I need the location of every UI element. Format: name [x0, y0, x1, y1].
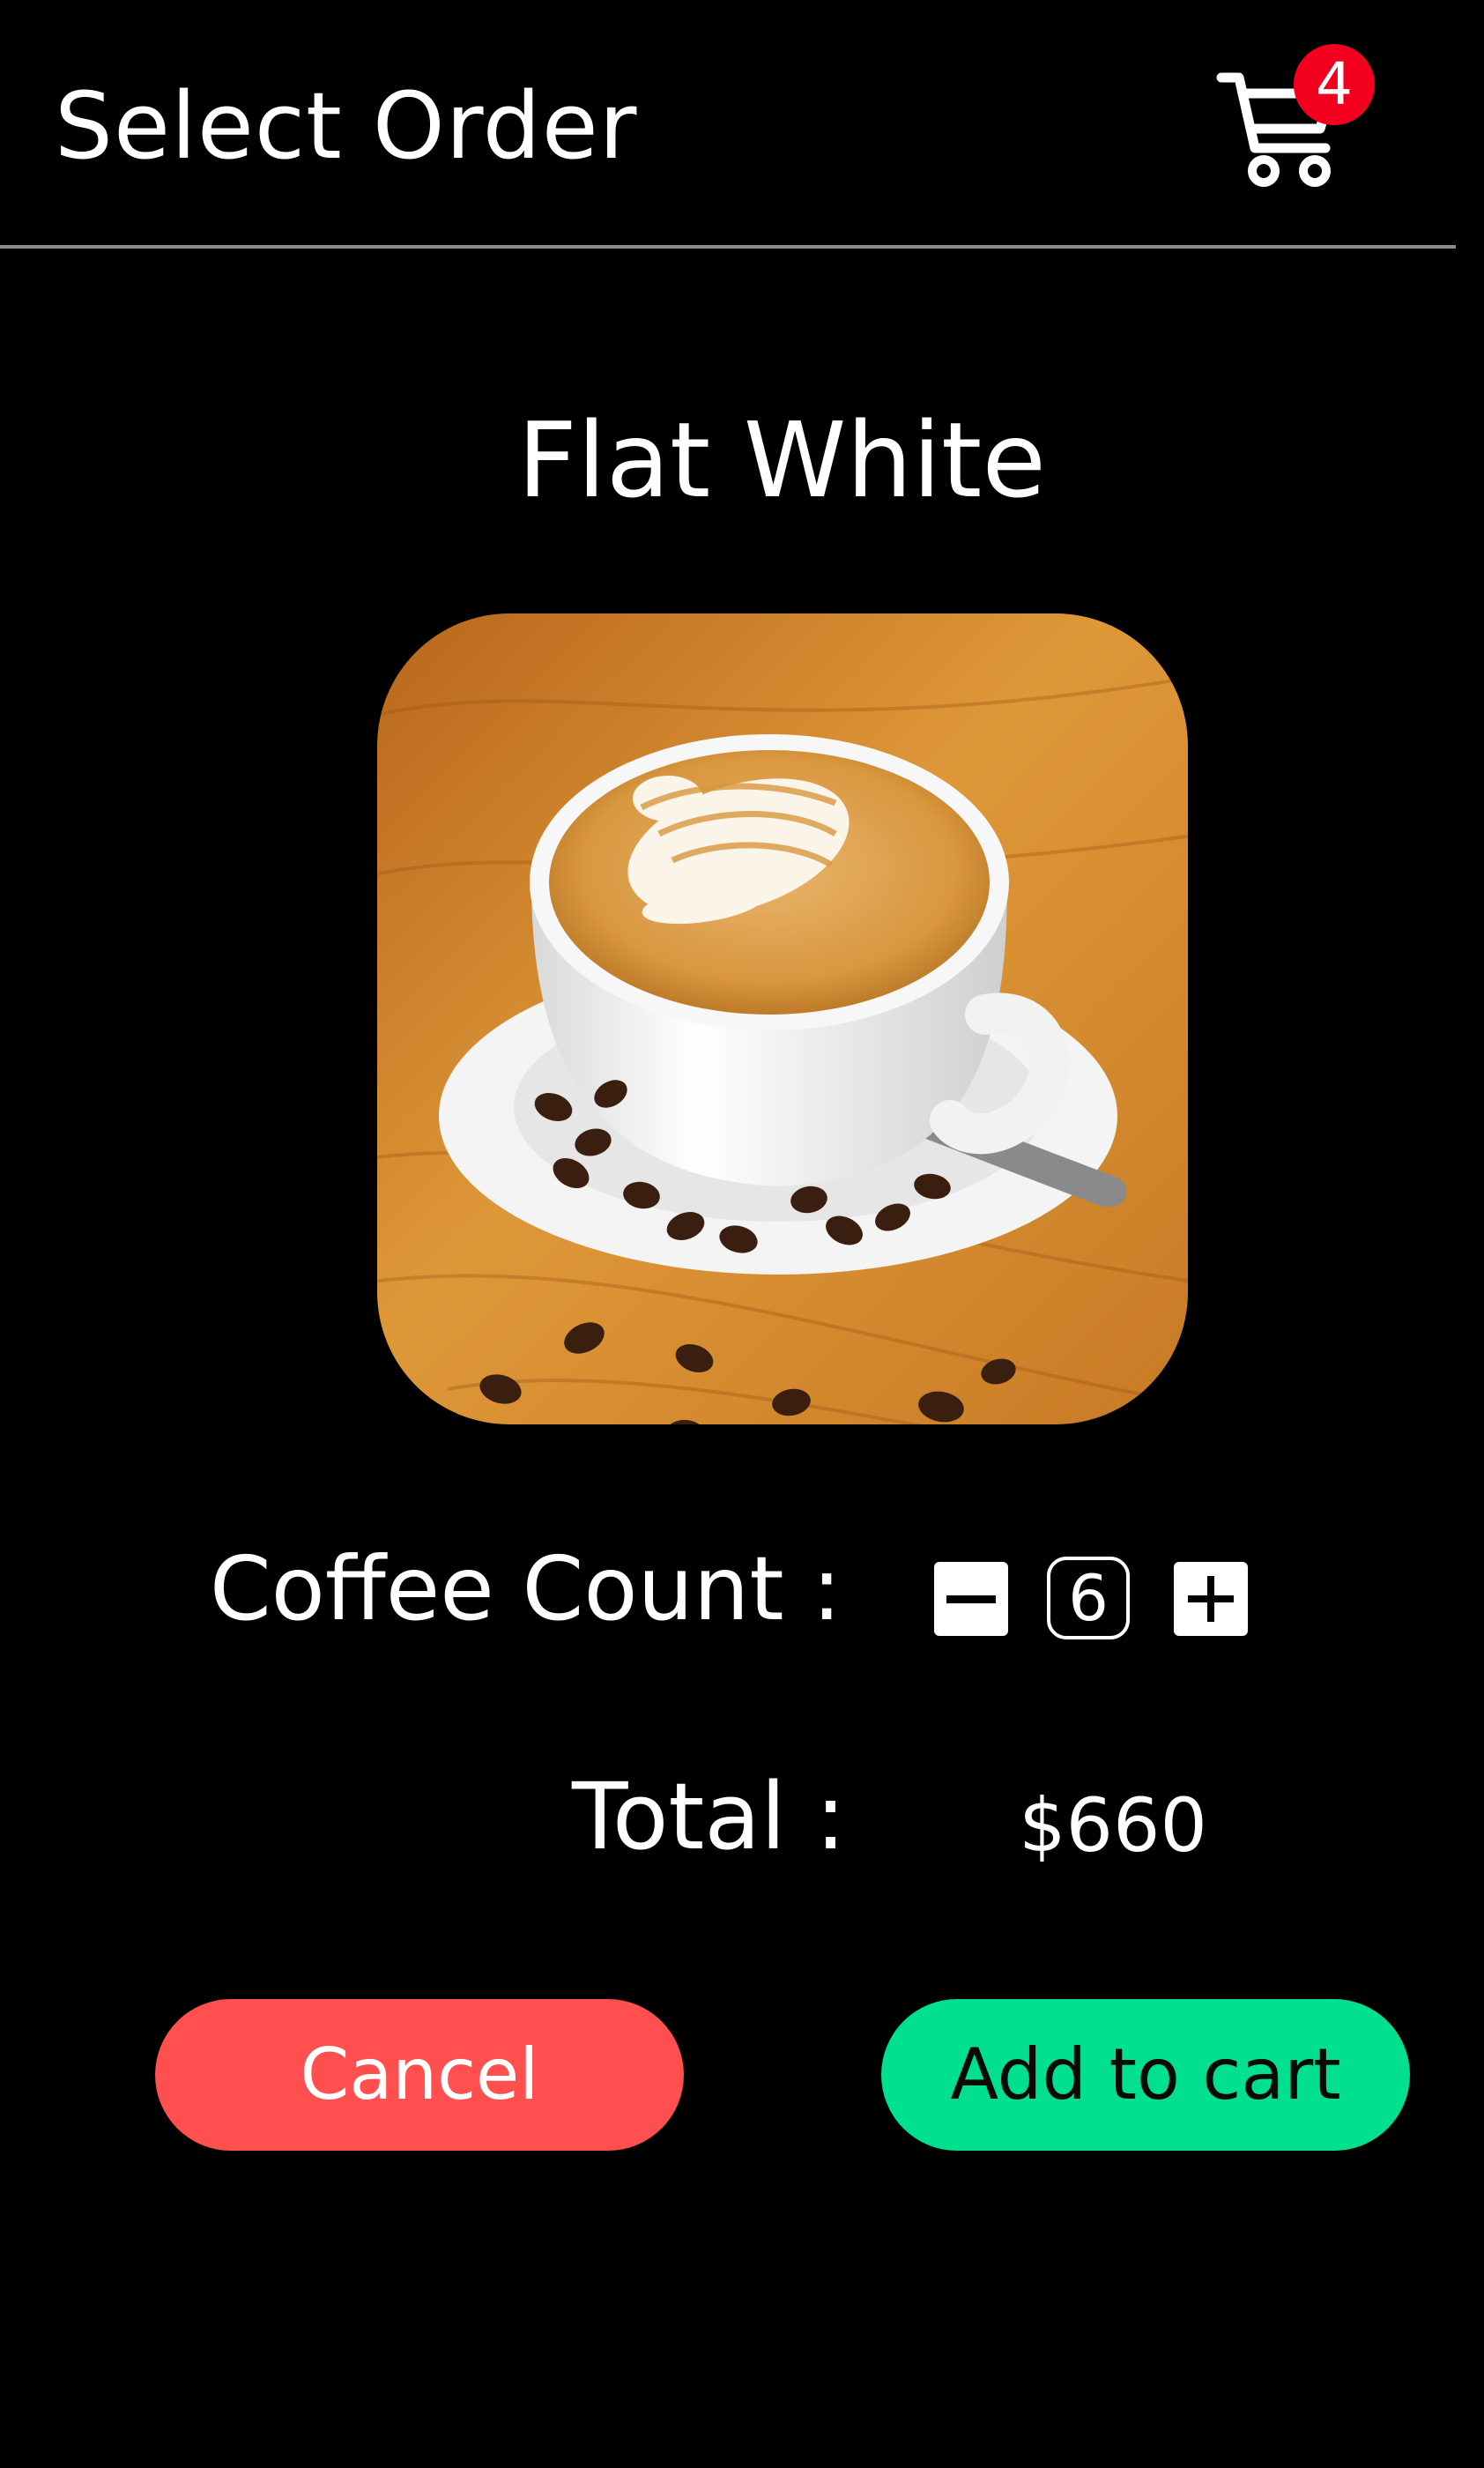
- increment-button[interactable]: [1174, 1562, 1248, 1636]
- plus-icon: [1188, 1576, 1234, 1622]
- product-name: Flat White: [517, 399, 1046, 521]
- product-image: [377, 613, 1188, 1424]
- total-label: Total :: [572, 1763, 846, 1870]
- cancel-button[interactable]: Cancel: [155, 1999, 684, 2151]
- header: Select Order 4: [0, 0, 1484, 249]
- minus-icon: [946, 1595, 996, 1603]
- header-divider: [0, 245, 1456, 249]
- cart-button[interactable]: 4: [1216, 44, 1375, 190]
- add-to-cart-button[interactable]: Add to cart: [881, 1999, 1410, 2151]
- coffee-count-value[interactable]: 6: [1047, 1557, 1130, 1639]
- total-value: $660: [1019, 1782, 1207, 1869]
- decrement-button[interactable]: [934, 1562, 1008, 1636]
- coffee-count-label: Coffee Count :: [209, 1537, 842, 1640]
- page-title: Select Order: [55, 72, 638, 180]
- cart-count-badge: 4: [1294, 44, 1375, 125]
